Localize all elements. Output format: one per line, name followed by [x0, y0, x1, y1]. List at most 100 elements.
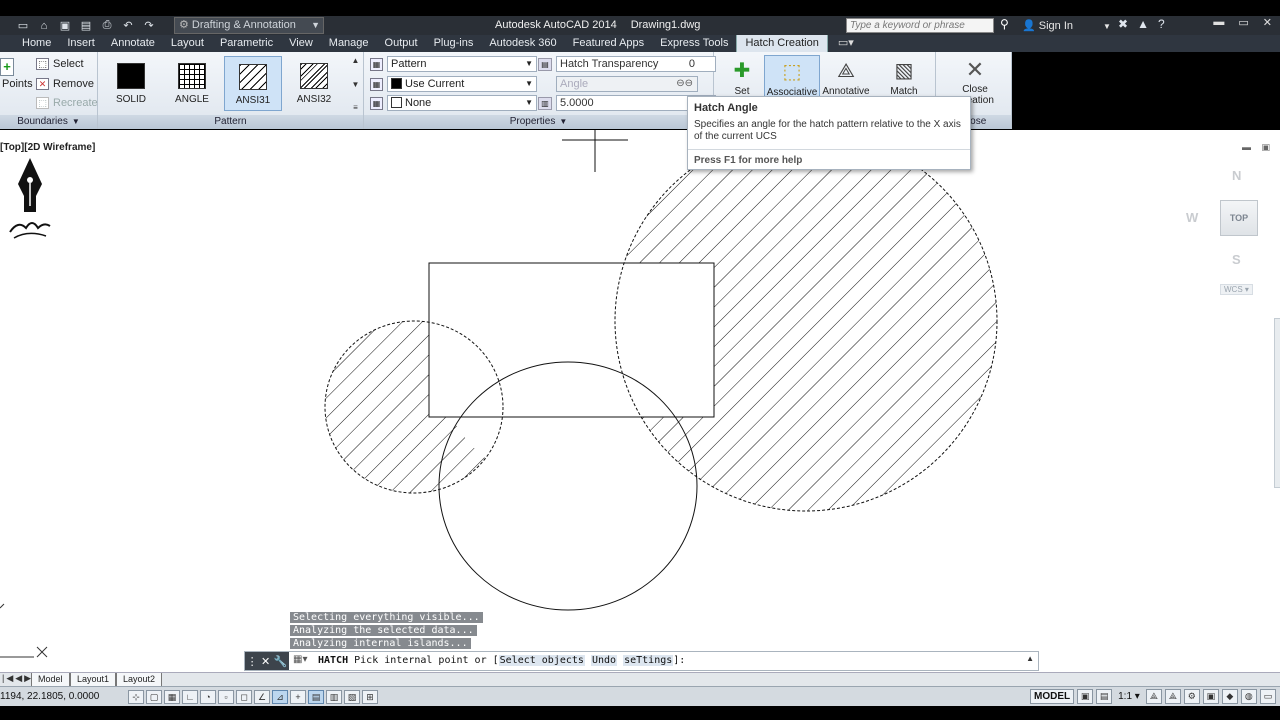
grid-display-icon[interactable]: ▦ — [164, 690, 180, 704]
command-prompt[interactable]: HATCH Pick internal point or [Select obj… — [318, 655, 685, 666]
viewcube-west[interactable]: W — [1186, 210, 1198, 225]
print-icon[interactable]: ⎙ — [98, 17, 116, 34]
hardware-acceleration-icon[interactable]: ◆ — [1221, 689, 1238, 704]
quick-view-layouts-icon[interactable]: ▣ — [1077, 689, 1094, 704]
transparency-toggle-icon[interactable]: ▥ — [326, 690, 342, 704]
tab-plug-ins[interactable]: Plug-ins — [426, 35, 482, 52]
tab-annotate[interactable]: Annotate — [103, 35, 163, 52]
background-color-select[interactable]: None ▼ — [387, 95, 537, 111]
transparency-icon[interactable]: ▤ — [538, 57, 552, 71]
viewcube[interactable]: N W TOP S WCS ▾ — [1180, 160, 1280, 300]
tab-view[interactable]: View — [281, 35, 321, 52]
tab-layout2[interactable]: Layout2 — [116, 673, 163, 686]
grip-icon[interactable]: ⋮ — [247, 655, 258, 668]
drawing-canvas[interactable] — [0, 130, 1280, 672]
pattern-angle[interactable]: ANGLE — [163, 56, 221, 111]
annotation-scale[interactable]: 1:1 ▾ — [1115, 691, 1143, 702]
hatch-type-select[interactable]: Pattern ▼ — [387, 56, 537, 72]
model-space-toggle[interactable]: MODEL — [1030, 689, 1075, 704]
properties-panel-title[interactable]: Properties ▼ — [364, 115, 713, 129]
search-input[interactable]: Type a keyword or phrase — [846, 18, 994, 33]
tab-parametric[interactable]: Parametric — [212, 35, 281, 52]
cursor-coordinates[interactable]: 1194, 22.1805, 0.0000 — [0, 691, 99, 702]
object-snap-tracking-icon[interactable]: ∠ — [254, 690, 270, 704]
viewport-window-controls[interactable]: ▬ ▣ — [1242, 142, 1274, 153]
scroll-up-icon[interactable]: ▲ — [350, 56, 361, 65]
pattern-gallery-scroll[interactable]: ▲ ▼ ≡ — [350, 56, 361, 112]
exchange-icon[interactable]: ✖ — [1118, 17, 1128, 31]
binoculars-icon[interactable]: ⚲ — [1000, 17, 1009, 31]
expand-gallery-icon[interactable]: ≡ — [350, 103, 361, 112]
pattern-ansi31[interactable]: ANSI31 — [224, 56, 282, 111]
save-as-icon[interactable]: ▤ — [77, 17, 95, 34]
viewcube-top-face[interactable]: TOP — [1220, 200, 1258, 236]
command-option-select-objects[interactable]: Select objects — [498, 655, 585, 666]
pick-points-button[interactable]: + Points — [0, 58, 33, 90]
scroll-down-icon[interactable]: ▼ — [350, 80, 361, 89]
command-prompt-icon[interactable]: ▦▾ — [293, 654, 307, 665]
tab-hatch-creation[interactable]: Hatch Creation — [736, 35, 828, 52]
auto-scale-icon[interactable]: ⟁ — [1164, 689, 1181, 704]
tab-express-tools[interactable]: Express Tools — [652, 35, 736, 52]
lock-icon[interactable]: ▣ — [1202, 689, 1219, 704]
quick-view-drawings-icon[interactable]: ▤ — [1096, 689, 1113, 704]
viewport-label[interactable]: [Top][2D Wireframe] — [0, 142, 95, 153]
command-option-undo[interactable]: Undo — [590, 655, 618, 666]
tab-featured-apps[interactable]: Featured Apps — [565, 35, 653, 52]
selection-cycling-icon[interactable]: ⊞ — [362, 690, 378, 704]
boundaries-panel-title[interactable]: Boundaries ▼ — [0, 115, 97, 129]
tab-layout[interactable]: Layout — [163, 35, 212, 52]
workspace-switching-icon[interactable]: ⚙ — [1183, 689, 1200, 704]
ortho-mode-icon[interactable]: ∟ — [182, 690, 198, 704]
transparency-field[interactable]: Hatch Transparency 0 — [556, 56, 716, 72]
object-snap-icon[interactable]: ▫ — [218, 690, 234, 704]
tab-output[interactable]: Output — [377, 35, 426, 52]
tab-layout1[interactable]: Layout1 — [70, 673, 117, 686]
tab-home[interactable]: Home — [14, 35, 59, 52]
navigation-bar-tab[interactable] — [1274, 318, 1280, 488]
hatch-color-select[interactable]: Use Current ▼ — [387, 76, 537, 92]
angle-slider-icon[interactable]: ⊖⊖ — [676, 77, 693, 91]
quick-properties-icon[interactable]: ▧ — [344, 690, 360, 704]
recreate-boundary-button[interactable]: ⬚ Recreate — [36, 97, 98, 109]
infer-constraints-icon[interactable]: ⊹ — [128, 690, 144, 704]
remove-boundary-button[interactable]: ✕ Remove — [36, 78, 94, 90]
isolate-objects-icon[interactable]: ◍ — [1240, 689, 1257, 704]
pattern-ansi32[interactable]: ANSI32 — [285, 56, 343, 111]
pattern-solid[interactable]: SOLID — [102, 56, 160, 111]
close-window-icon[interactable]: ✕ — [1263, 16, 1272, 29]
help-icon[interactable]: ? — [1158, 17, 1165, 31]
community-icon[interactable]: ▲ — [1137, 17, 1149, 31]
new-file-icon[interactable]: ▭ — [14, 17, 32, 34]
ribbon-minimize-toggle[interactable]: ▭▾ — [828, 35, 864, 52]
viewcube-north[interactable]: N — [1232, 168, 1241, 183]
command-option-settings[interactable]: seTtings — [623, 655, 674, 666]
wrench-icon[interactable]: 🔧 — [274, 655, 288, 668]
save-icon[interactable]: ▣ — [56, 17, 74, 34]
select-boundary-button[interactable]: ⬚ Select — [36, 58, 84, 70]
clean-screen-icon[interactable]: ▭ — [1259, 689, 1276, 704]
polar-tracking-icon[interactable]: ◔ — [200, 690, 216, 704]
dynamic-input-icon[interactable]: + — [290, 690, 306, 704]
angle-field[interactable]: Angle ⊖⊖ — [556, 76, 698, 92]
tab-model[interactable]: Model — [31, 673, 70, 686]
tab-autodesk-360[interactable]: Autodesk 360 — [481, 35, 564, 52]
lineweight-icon[interactable]: ▤ — [308, 690, 324, 704]
3d-object-snap-icon[interactable]: ◻ — [236, 690, 252, 704]
tab-manage[interactable]: Manage — [321, 35, 377, 52]
viewcube-south[interactable]: S — [1232, 252, 1241, 267]
ucs-icon[interactable]: ⊿ — [272, 690, 288, 704]
close-icon[interactable]: ✕ — [261, 655, 270, 668]
command-line[interactable]: ⋮ ✕ 🔧 ▦▾ HATCH Pick internal point or [S… — [244, 651, 1039, 671]
tab-insert[interactable]: Insert — [59, 35, 103, 52]
open-folder-icon[interactable]: ⌂ — [35, 17, 53, 34]
drawing-area[interactable]: [Top][2D Wireframe] ▬ ▣ N W TOP S WCS ▾ — [0, 130, 1280, 672]
command-line-grip[interactable]: ⋮ ✕ 🔧 — [245, 652, 289, 670]
minimize-icon[interactable]: ▬ — [1213, 16, 1224, 29]
snap-mode-icon[interactable]: ▢ — [146, 690, 162, 704]
sign-in-button[interactable]: 👤 Sign In ▼ — [1022, 19, 1111, 32]
redo-icon[interactable]: ↷ — [140, 17, 158, 34]
wcs-menu[interactable]: WCS ▾ — [1220, 284, 1253, 295]
annotation-visibility-icon[interactable]: ⟁ — [1145, 689, 1162, 704]
chevron-up-icon[interactable]: ▲ — [1026, 654, 1034, 663]
